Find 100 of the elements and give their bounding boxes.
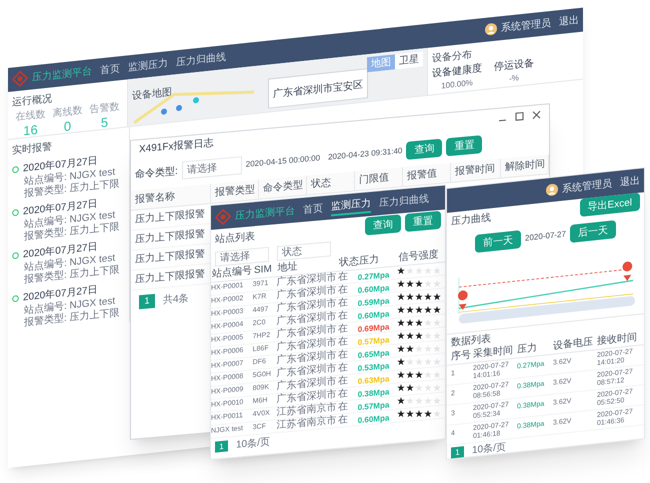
pressure-value: 0.59Mpa	[358, 296, 390, 308]
pressure-value: 0.53Mpa	[358, 361, 390, 374]
page-button[interactable]: 1	[215, 440, 228, 452]
device-label: 设备健康度	[432, 62, 482, 80]
star-icon	[406, 266, 414, 275]
logout-link[interactable]: 退出	[559, 12, 579, 30]
star-icon	[424, 358, 432, 366]
nav-link[interactable]: 监测压力	[128, 56, 168, 75]
column-header: 报警时间	[451, 158, 501, 182]
panel-title: 压力曲线	[451, 210, 491, 229]
page-size-select[interactable]: 10条/页	[472, 440, 506, 458]
nav-link[interactable]: 首页	[303, 200, 323, 218]
table-cell-text: 在	[338, 335, 349, 349]
star-icon	[433, 384, 442, 392]
table-cell-text: 江苏省南京市	[276, 414, 338, 432]
query-button[interactable]: 查询	[406, 138, 442, 160]
star-icon	[424, 344, 432, 353]
page-button[interactable]: 1	[451, 446, 464, 458]
page-button[interactable]: 1	[139, 294, 155, 310]
star-icon	[397, 370, 406, 379]
status-circle-icon	[12, 208, 19, 217]
status-circle-icon	[12, 166, 19, 174]
column-header: 设备电压	[553, 336, 594, 354]
filter-select[interactable]: 请选择	[215, 246, 269, 266]
panel-title: 设备地图	[132, 86, 172, 102]
star-icon	[406, 318, 414, 327]
table-cell-text: 在	[338, 348, 349, 362]
star-icon	[424, 396, 432, 405]
stat-value: 5	[100, 115, 108, 130]
panel-title: 站点列表	[215, 230, 255, 248]
stat-label: 在线数	[16, 108, 46, 125]
star-icon	[424, 292, 432, 301]
star-icon	[424, 266, 432, 275]
star-icon	[424, 332, 432, 340]
nav-link[interactable]: 压力归曲线	[176, 50, 226, 70]
pressure-value: 0.69Mpa	[358, 322, 390, 334]
table-cell-text: 在	[338, 413, 349, 427]
star-icon	[397, 384, 406, 392]
star-icon	[415, 292, 424, 301]
star-icon	[433, 292, 442, 301]
star-icon	[397, 292, 406, 301]
table-cell-text: 在	[338, 309, 349, 323]
star-icon	[424, 370, 432, 379]
star-icon	[415, 410, 424, 418]
pressure-value: 0.57Mpa	[358, 335, 390, 348]
star-icon	[433, 306, 442, 314]
nav-link[interactable]: 首页	[100, 60, 120, 78]
table-cell-text: 在	[338, 400, 349, 414]
command-type-select[interactable]: 请选择	[182, 156, 242, 180]
reset-button[interactable]: 重置	[405, 210, 441, 232]
star-icon	[406, 396, 414, 405]
status-circle-icon	[12, 294, 19, 303]
star-icon	[406, 280, 414, 288]
total-count: 共4条	[163, 291, 189, 308]
star-icon	[415, 358, 424, 366]
star-icon	[433, 358, 442, 366]
close-icon[interactable]	[532, 110, 541, 120]
star-icon	[397, 396, 406, 405]
popup-text: 广东省深圳市宝安区	[273, 80, 363, 100]
page-size-select[interactable]: 10条/页	[236, 434, 270, 452]
panel-title: 运行概况	[12, 92, 52, 110]
star-icon	[415, 306, 424, 314]
star-icon	[406, 358, 414, 366]
previous-day-button[interactable]: 前一天	[475, 230, 522, 253]
stat-label: 告警数	[90, 100, 120, 118]
star-icon	[415, 370, 424, 379]
table-cell-text: 在	[338, 387, 349, 401]
table-cell-text: 在	[338, 270, 349, 284]
app-title: 压力监测平台	[235, 204, 295, 224]
nav-link[interactable]: 压力归曲线	[379, 191, 429, 211]
user-name[interactable]: 系统管理员	[501, 15, 551, 36]
stat-label: 离线数	[52, 104, 82, 122]
column-header: 序号	[451, 348, 471, 364]
table-cell-text: 压力上下限报警	[134, 267, 206, 288]
star-icon	[424, 318, 432, 327]
table-cell-text: 压力上下限报警	[134, 247, 206, 268]
logout-link[interactable]: 退出	[620, 173, 640, 190]
pressure-value: 0.57Mpa	[358, 400, 390, 412]
map-type-button[interactable]: 卫星	[395, 51, 423, 70]
pressure-value: 0.60Mpa	[358, 283, 390, 296]
star-icon	[433, 370, 442, 379]
filter-select[interactable]: 状态	[277, 240, 331, 261]
end-date[interactable]: 2020-04-23 09:31:40	[328, 146, 402, 163]
table-cell-text: 在	[338, 361, 349, 375]
column-header: 接收时间	[597, 330, 637, 348]
star-icon	[424, 384, 432, 392]
star-icon	[415, 384, 424, 392]
star-icon	[415, 266, 424, 275]
dialog-title: X491Fx报警日志	[139, 136, 214, 157]
reset-button[interactable]: 重置	[446, 135, 482, 156]
maximize-icon[interactable]	[515, 111, 524, 121]
query-button[interactable]: 查询	[365, 214, 401, 236]
star-icon	[406, 410, 414, 418]
nav-link[interactable]: 监测压力	[331, 195, 371, 216]
column-header: 站点编号	[211, 264, 253, 282]
device-value: 100.00%	[441, 78, 473, 92]
start-date[interactable]: 2020-04-15 00:00:00	[246, 153, 320, 170]
star-icon	[406, 384, 414, 392]
next-day-button[interactable]: 后一天	[570, 220, 616, 243]
star-icon	[415, 318, 424, 327]
